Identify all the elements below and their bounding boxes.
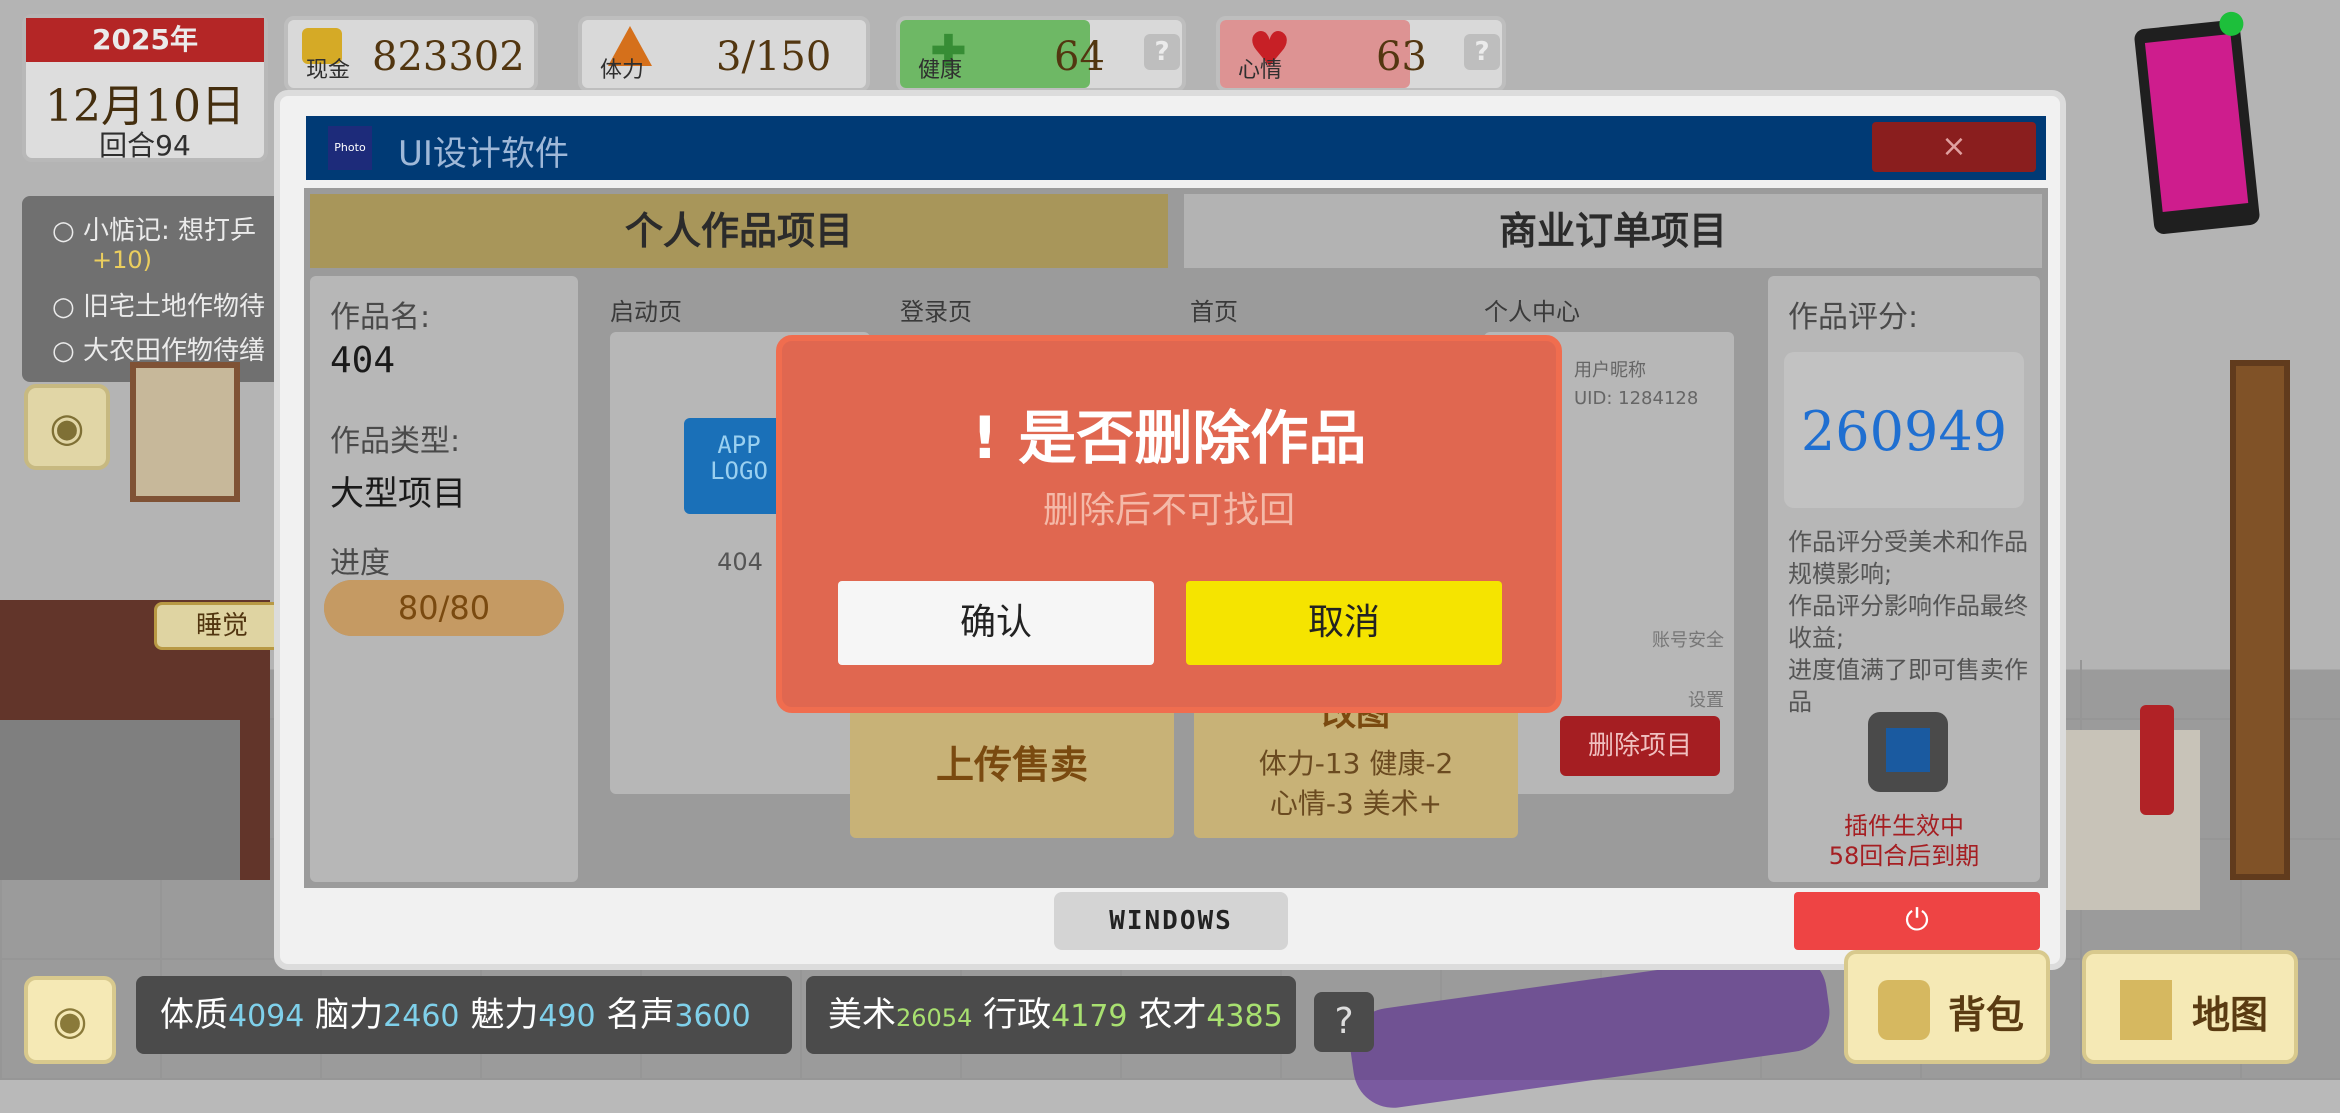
attr-value: 4385: [1206, 999, 1283, 1034]
plugin-chip-icon: [1868, 712, 1948, 792]
attr-value: 26054: [896, 1004, 973, 1032]
delete-confirm-dialog: ! 是否删除作品 删除后不可找回 确认 取消: [776, 335, 1562, 713]
upload-sell-label: 上传售卖: [935, 743, 1088, 787]
score-label: 作品评分:: [1788, 300, 1919, 335]
dialog-subtitle: 删除后不可找回: [1042, 490, 1295, 531]
page-header-splash: 启动页: [610, 298, 682, 326]
attr-name: 行政: [983, 995, 1052, 1035]
attr-name: 名声: [606, 995, 675, 1035]
attr-value: 3600: [674, 999, 751, 1034]
redraw-cost-2: 心情-3 美术+: [1269, 787, 1443, 820]
eye-toggle-button[interactable]: ◉: [24, 976, 116, 1064]
map-button[interactable]: 地图: [2082, 950, 2298, 1064]
work-name-label: 作品名:: [330, 300, 431, 335]
tab-commercial-orders[interactable]: 商业订单项目: [1184, 194, 2042, 268]
map-icon: [2120, 980, 2172, 1040]
title-bar: Photo UI设计软件 ×: [306, 116, 2046, 180]
attr-value: 490: [538, 999, 596, 1034]
bag-button[interactable]: 背包: [1844, 950, 2050, 1064]
map-label: 地图: [2192, 993, 2269, 1037]
dialog-title: ! 是否删除作品: [971, 404, 1367, 472]
score-value: 260949: [1800, 400, 2008, 463]
app-icon: Photo: [328, 126, 372, 170]
power-button[interactable]: ⏻: [1794, 892, 2040, 950]
score-panel: 作品评分: 260949 作品评分受美术和作品规模影响; 作品评分影响作品最终收…: [1768, 276, 2040, 882]
power-icon: ⏻: [1905, 903, 1929, 938]
score-description: 作品评分受美术和作品规模影响; 作品评分影响作品最终收益; 进度值满了即可售卖作…: [1788, 528, 2028, 716]
attr-value: 4179: [1051, 999, 1128, 1034]
redraw-cost-1: 体力-13 健康-2: [1258, 747, 1454, 780]
progress-label: 进度: [330, 546, 390, 581]
plugin-chip-screen: [1886, 728, 1930, 772]
score-box: 260949: [1784, 352, 2024, 508]
page-header-profile: 个人中心: [1484, 298, 1580, 326]
delete-project-button[interactable]: 删除项目: [1560, 716, 1720, 776]
page-header-home: 首页: [1190, 298, 1238, 326]
bag-icon: [1878, 980, 1930, 1040]
attr-name: 农才: [1138, 995, 1207, 1035]
attr-name: 美术: [828, 995, 896, 1035]
work-type: 大型项目: [330, 474, 466, 514]
progress-value: 80/80: [397, 589, 491, 627]
window-title: UI设计软件: [398, 134, 569, 174]
bag-label: 背包: [1948, 993, 2025, 1037]
eye-icon: ◉: [52, 998, 88, 1044]
progress-bar: 80/80: [324, 580, 564, 636]
attr-name: 脑力: [315, 995, 384, 1035]
work-name: 404: [330, 340, 396, 381]
close-button[interactable]: ×: [1872, 122, 2036, 172]
attr-name: 体质: [160, 995, 228, 1035]
work-info-panel: 作品名: 404 作品类型: 大型项目 进度 80/80: [310, 276, 578, 882]
page-header-login: 登录页: [900, 298, 972, 326]
attributes-group-1: 体质4094 脑力2460 魅力490 名声3600: [136, 976, 792, 1054]
plugin-expiry: 58回合后到期: [1828, 842, 1980, 870]
settings-item: 设置: [1688, 690, 1724, 711]
user-nickname: 用户昵称: [1574, 360, 1646, 381]
attr-value: 4094: [228, 999, 305, 1034]
attr-name: 魅力: [470, 995, 539, 1035]
attr-value: 2460: [383, 999, 460, 1034]
attributes-help-button[interactable]: ?: [1314, 992, 1374, 1052]
tab-personal-works[interactable]: 个人作品项目: [310, 194, 1168, 268]
account-security-item: 账号安全: [1652, 630, 1724, 651]
cancel-button[interactable]: 取消: [1186, 581, 1502, 665]
windows-button[interactable]: WINDOWS: [1054, 892, 1288, 950]
work-type-label: 作品类型:: [330, 424, 461, 459]
attributes-group-2: 美术26054 行政4179 农才4385: [806, 976, 1296, 1054]
confirm-button[interactable]: 确认: [838, 581, 1154, 665]
user-uid: UID: 1284128: [1574, 388, 1699, 409]
